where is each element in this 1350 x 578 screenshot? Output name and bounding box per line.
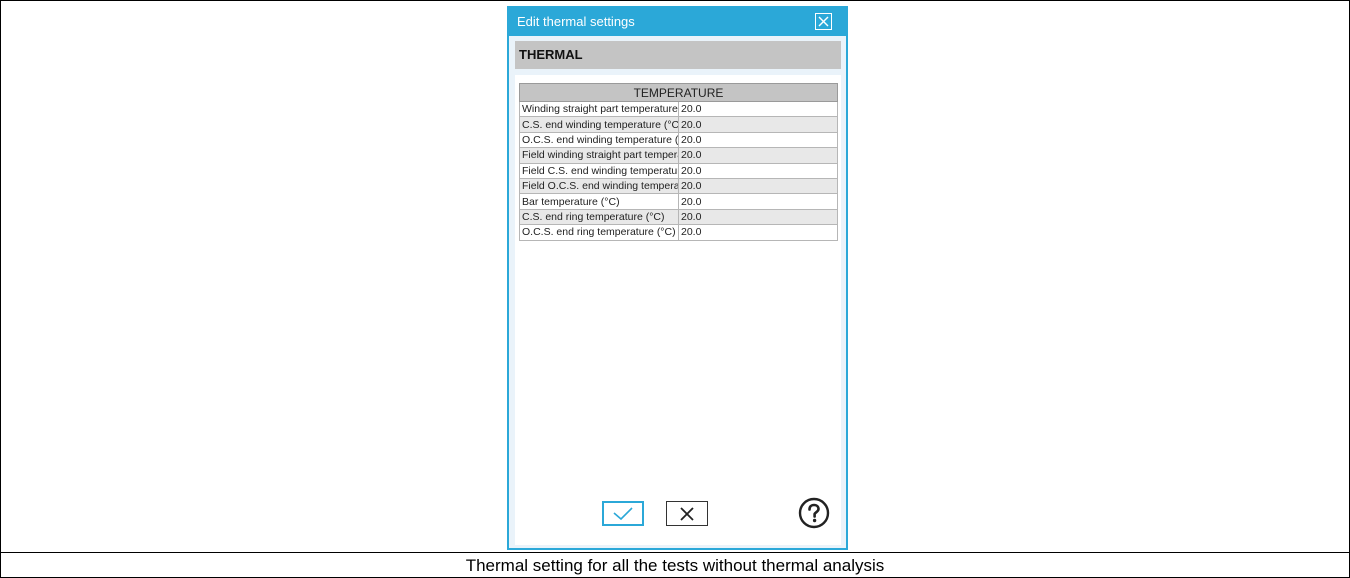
table-row: O.C.S. end winding temperature (°C) 20.0: [519, 131, 838, 149]
row-value-input[interactable]: 20.0: [678, 162, 838, 179]
dialog-actions: [509, 497, 846, 541]
row-label: Field C.S. end winding temperature (°C): [519, 162, 679, 179]
table-header-temperature: TEMPERATURE: [519, 83, 838, 102]
help-icon: [798, 497, 830, 529]
dialog-title: Edit thermal settings: [517, 14, 635, 29]
row-label: C.S. end ring temperature (°C): [519, 208, 679, 226]
table-row: C.S. end winding temperature (°C) 20.0: [519, 116, 838, 133]
figure-caption: Thermal setting for all the tests withou…: [465, 556, 885, 575]
row-label: C.S. end winding temperature (°C): [519, 116, 679, 133]
temperature-table: TEMPERATURE Winding straight part temper…: [519, 83, 838, 241]
row-label: Field winding straight part temperature …: [519, 147, 679, 164]
help-button[interactable]: [798, 497, 830, 529]
table-row: O.C.S. end ring temperature (°C) 20.0: [519, 224, 838, 241]
row-value-input[interactable]: 20.0: [678, 100, 838, 118]
ok-button[interactable]: [602, 501, 644, 526]
row-value-input[interactable]: 20.0: [678, 177, 838, 195]
temperature-panel: TEMPERATURE Winding straight part temper…: [515, 75, 841, 545]
cancel-button[interactable]: [666, 501, 708, 526]
checkmark-icon: [613, 506, 633, 520]
table-row: C.S. end ring temperature (°C) 20.0: [519, 208, 838, 226]
edit-thermal-settings-dialog: Edit thermal settings THERMAL TEMPERATUR…: [507, 6, 848, 550]
x-icon: [680, 506, 694, 521]
table-row: Winding straight part temperature (°C) 2…: [519, 100, 838, 118]
row-value-input[interactable]: 20.0: [678, 193, 838, 210]
table-row: Field C.S. end winding temperature (°C) …: [519, 162, 838, 179]
table-row: Field O.C.S. end winding temperature (°C…: [519, 177, 838, 195]
table-row: Bar temperature (°C) 20.0: [519, 193, 838, 210]
table-row: Field winding straight part temperature …: [519, 147, 838, 164]
row-label: O.C.S. end ring temperature (°C): [519, 224, 679, 241]
row-value-input[interactable]: 20.0: [678, 224, 838, 241]
row-value-input[interactable]: 20.0: [678, 116, 838, 133]
row-value-input[interactable]: 20.0: [678, 131, 838, 149]
row-label: O.C.S. end winding temperature (°C): [519, 131, 679, 149]
row-value-input[interactable]: 20.0: [678, 208, 838, 226]
dialog-body: THERMAL TEMPERATURE Winding straight par…: [509, 36, 846, 548]
row-label: Field O.C.S. end winding temperature (°C…: [519, 177, 679, 195]
dialog-titlebar: Edit thermal settings: [509, 8, 846, 36]
section-header-thermal: THERMAL: [515, 41, 841, 69]
close-icon: [818, 16, 829, 27]
row-label: Bar temperature (°C): [519, 193, 679, 210]
close-button[interactable]: [815, 13, 832, 30]
row-value-input[interactable]: 20.0: [678, 147, 838, 164]
row-label: Winding straight part temperature (°C): [519, 100, 679, 118]
